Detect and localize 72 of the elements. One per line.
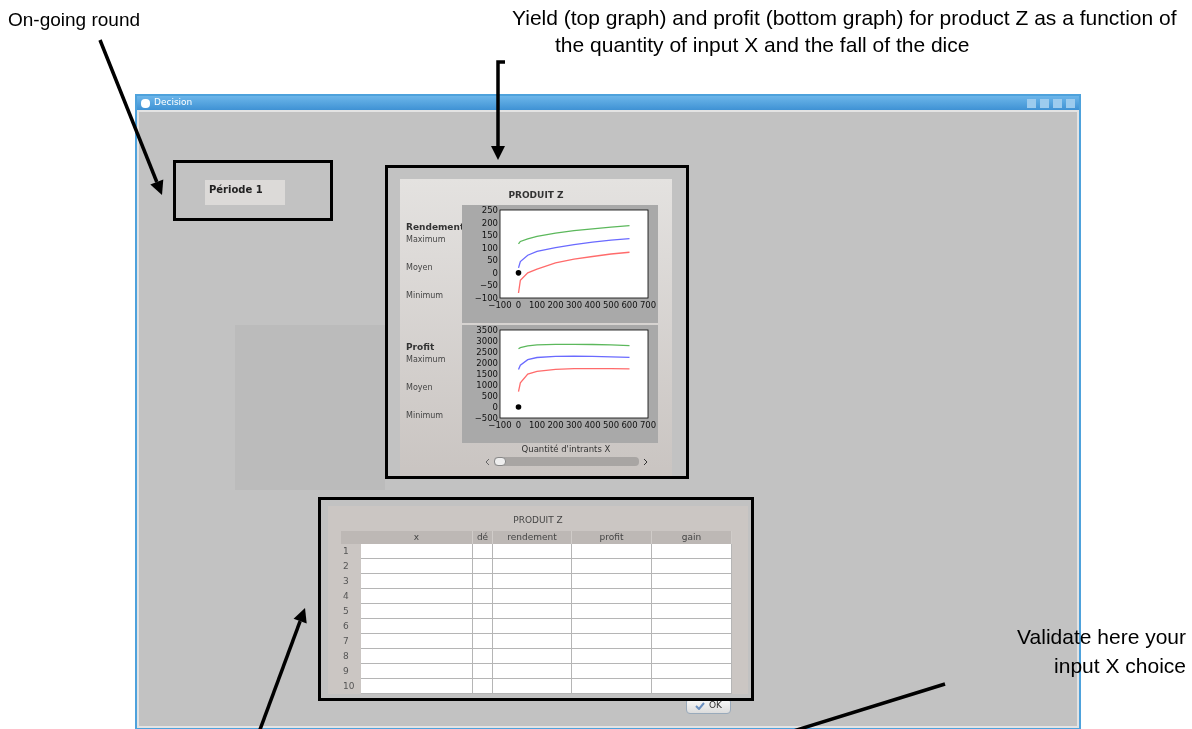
minimize-icon[interactable]: [1040, 98, 1049, 108]
column-header[interactable]: gain: [652, 530, 732, 544]
legend-label: Moyen: [406, 262, 434, 274]
y-tick-label: −50: [480, 279, 498, 290]
y-tick-label: 1500: [476, 368, 498, 379]
row-header: 4: [342, 589, 350, 603]
row-header: 5: [342, 604, 350, 618]
y-tick-label: 2500: [476, 346, 498, 357]
header-corner: [341, 530, 361, 544]
y-tick-label: 2000: [476, 357, 498, 368]
column-header[interactable]: rendement: [493, 530, 572, 544]
x-tick-label: 500: [602, 419, 620, 430]
x-tick-label: 500: [602, 299, 620, 310]
x-tick-label: 400: [584, 299, 601, 310]
column-header[interactable]: x: [361, 530, 473, 544]
app-icon: [141, 98, 150, 108]
help-icon[interactable]: [1027, 98, 1036, 108]
y-tick-label: 100: [481, 242, 498, 253]
x-axis-label: Quantité d'intrants X: [521, 442, 611, 456]
graph-title: PRODUIT Z: [508, 189, 564, 202]
x-tick-label: 700: [639, 419, 656, 430]
x-tick-label: 200: [547, 299, 564, 310]
y-tick-label: 150: [481, 229, 498, 240]
checkmark-icon: [695, 702, 705, 710]
close-icon[interactable]: [1066, 98, 1075, 108]
x-tick-label: 200: [547, 419, 564, 430]
column-header[interactable]: dé: [473, 530, 493, 544]
y-tick-label: 0: [492, 267, 498, 278]
row-header: 8: [342, 649, 350, 663]
x-tick-label: 600: [621, 419, 638, 430]
y-tick-label: 3000: [476, 335, 498, 346]
annotation-text: Yield (top graph) and profit (bottom graph) for product Z as a function of the quantity of input X and the fall of the dice: [512, 5, 1178, 58]
row-header: 9: [342, 664, 350, 678]
y-tick-label: 1000: [476, 379, 498, 390]
row-header: 1: [342, 544, 350, 558]
marker-dot: [515, 269, 522, 276]
annotation-text: On-going round: [8, 8, 141, 32]
x-tick-label: 0: [515, 299, 522, 310]
legend-label: Moyen: [406, 382, 434, 394]
y-tick-label: 200: [481, 217, 498, 228]
legend-label: Minimum: [406, 410, 445, 422]
x-tick-label: 300: [565, 419, 583, 430]
graph-heading: Rendement: [406, 220, 462, 234]
y-tick-label: 250: [481, 204, 498, 215]
legend-label: Maximum: [406, 234, 447, 246]
window-title: Decision: [154, 96, 193, 110]
x-tick-label: 100: [528, 419, 546, 430]
maximize-icon[interactable]: [1053, 98, 1062, 108]
legend-label: Minimum: [406, 290, 445, 302]
row-header: 3: [342, 574, 350, 588]
graph-heading: Profit: [406, 340, 436, 354]
row-header: 6: [342, 619, 350, 633]
legend-label: Maximum: [406, 354, 447, 366]
x-tick-label: 0: [515, 419, 522, 430]
y-tick-label: 500: [481, 390, 498, 401]
y-tick-label: 0: [492, 401, 498, 412]
row-header: 2: [342, 559, 350, 573]
scroll-thumb[interactable]: [493, 457, 506, 467]
scrollbar[interactable]: [493, 457, 639, 467]
marker-dot: [515, 403, 522, 410]
period-label: Période 1: [205, 180, 285, 205]
x-tick-label: 300: [565, 299, 583, 310]
column-header[interactable]: profit: [572, 530, 652, 544]
x-tick-label: 600: [621, 299, 638, 310]
x-tick-label: 400: [584, 419, 601, 430]
table-title: PRODUIT Z: [513, 514, 563, 527]
row-header: 10: [342, 679, 356, 693]
x-tick-label: 100: [528, 299, 546, 310]
row-header: 7: [342, 634, 350, 648]
x-tick-label: 700: [639, 299, 656, 310]
y-tick-label: 50: [487, 254, 498, 265]
y-tick-label: 3500: [476, 324, 498, 335]
